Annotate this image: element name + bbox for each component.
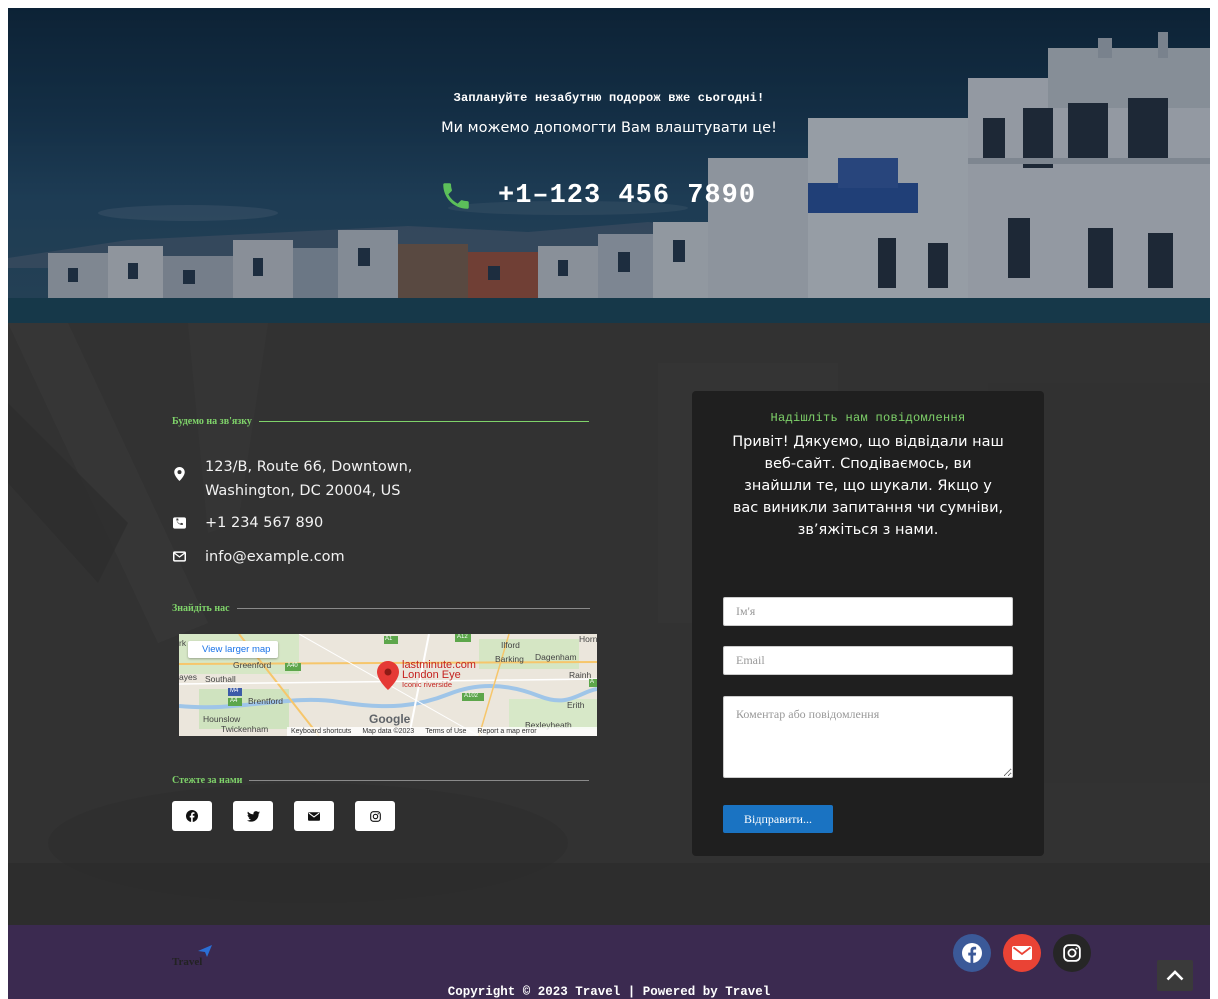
map-label: Horn — [579, 634, 597, 644]
contact-form-card: Надішліть нам повідомлення Привіт! Дякує… — [692, 391, 1044, 856]
map-keyboard-shortcuts-link[interactable]: Keyboard shortcuts — [291, 727, 351, 736]
contact-phone-text: +1 234 567 890 — [205, 515, 324, 531]
heading-find-line — [236, 608, 590, 609]
map-data-text: Map data ©2023 — [362, 728, 415, 735]
map-poi-label[interactable]: lastminute.com London Eye Iconic riversi… — [402, 660, 476, 690]
map-poi-name-2: London Eye — [402, 669, 461, 681]
name-input[interactable] — [723, 597, 1013, 626]
address-line-1: 123/B, Route 66, Downtown, — [205, 459, 413, 475]
heading-find: Знайдіть нас — [172, 603, 590, 614]
road-shield: A12 — [457, 634, 468, 640]
view-larger-map-link[interactable]: View larger map — [188, 641, 278, 658]
map-marker-icon — [172, 455, 186, 481]
hero-banner: Заплануйте незабутню подорож вже сьогодн… — [8, 8, 1210, 323]
hero-phone-number: +1–123 456 7890 — [498, 181, 757, 211]
facebook-icon — [186, 810, 198, 822]
phone-square-icon — [172, 511, 186, 529]
map-attribution-bar: Keyboard shortcuts Map data ©2023 Terms … — [287, 727, 597, 736]
heading-follow: Стежте за нами — [172, 775, 590, 786]
site-footer: Travel Copyright © 2023 Travel | Powered… — [8, 925, 1210, 999]
phone-icon — [443, 183, 469, 209]
facebook-icon — [962, 943, 982, 963]
copyright-text: Copyright © 2023 Travel | Powered by Tra… — [447, 985, 771, 999]
social-email-button[interactable] — [294, 801, 334, 831]
envelope-icon — [172, 545, 186, 562]
footer-instagram-button[interactable] — [1053, 934, 1091, 972]
envelope-icon — [308, 811, 320, 821]
contact-email-text: info@example.com — [205, 549, 345, 565]
map-label: Hounslow — [203, 714, 241, 724]
hero-phone[interactable]: +1–123 456 7890 — [438, 174, 756, 218]
contact-section: Будемо на зв'язку 123/B, Route 66, Downt… — [8, 323, 1210, 925]
hero-dark-overlay — [8, 8, 1210, 323]
heading-find-text: Знайдіть нас — [172, 603, 230, 614]
twitter-icon — [246, 810, 260, 822]
map-label: Southall — [205, 674, 236, 684]
social-twitter-button[interactable] — [233, 801, 273, 831]
road-shield: M4 — [230, 688, 239, 694]
footer-facebook-button[interactable] — [953, 934, 991, 972]
chevron-up-icon — [1166, 970, 1184, 981]
instagram-icon — [1063, 944, 1081, 962]
map-report-error-link[interactable]: Report a map error — [477, 727, 536, 736]
email-row[interactable]: info@example.com — [172, 545, 345, 569]
envelope-icon — [1012, 946, 1032, 960]
map-label: Barking — [495, 654, 524, 664]
submit-button[interactable]: Відправити... — [723, 805, 833, 833]
heading-contact: Будемо на зв'язку — [172, 416, 589, 427]
road-shield: A102 — [464, 693, 479, 699]
map-terms-link[interactable]: Terms of Use — [425, 727, 466, 736]
map-label: Erith — [567, 700, 585, 710]
social-instagram-button[interactable] — [355, 801, 395, 831]
map-label: ayes — [179, 672, 197, 682]
address-text: 123/B, Route 66, Downtown, Washington, D… — [205, 455, 412, 503]
google-logo: Google — [369, 712, 411, 726]
map-label: Dagenham — [535, 652, 577, 662]
road-shield: A1 — [385, 636, 393, 642]
address-row: 123/B, Route 66, Downtown, Washington, D… — [172, 455, 412, 503]
address-line-2: Washington, DC 20004, US — [205, 483, 401, 499]
heading-contact-line — [258, 421, 589, 422]
google-map[interactable]: View larger map rk Greenford ayes Southa… — [179, 634, 597, 736]
footer-email-button[interactable] — [1003, 934, 1041, 972]
map-label: Rainh — [569, 670, 592, 680]
map-poi-desc: Iconic riverside — [402, 680, 453, 689]
hero-kicker: Заплануйте незабутню подорож вже сьогодн… — [453, 91, 765, 105]
map-label: Brentford — [248, 696, 283, 706]
email-input[interactable] — [723, 646, 1013, 675]
social-facebook-button[interactable] — [172, 801, 212, 831]
heading-follow-text: Стежте за нами — [172, 775, 243, 786]
road-shield: A4 — [230, 698, 238, 704]
hero-subtitle: Ми можемо допомогти Вам влаштувати це! — [441, 120, 777, 136]
logo-text: Travel — [172, 956, 203, 968]
road-shield: A — [590, 679, 595, 685]
map-label: Twickenham — [221, 724, 269, 734]
comment-textarea[interactable] — [723, 696, 1013, 778]
heading-contact-text: Будемо на зв'язку — [172, 416, 252, 427]
form-intro-text: Привіт! Дякуємо, що відвідали наш веб-са… — [732, 434, 1004, 538]
phone-row[interactable]: +1 234 567 890 — [172, 511, 323, 535]
map-label: Greenford — [233, 660, 272, 670]
map-label: rk — [179, 638, 187, 648]
heading-follow-line — [249, 780, 590, 781]
instagram-icon — [369, 810, 381, 822]
map-label: Ilford — [501, 640, 520, 650]
form-title: Надішліть нам повідомлення — [770, 411, 966, 425]
road-shield: A40 — [287, 663, 298, 669]
